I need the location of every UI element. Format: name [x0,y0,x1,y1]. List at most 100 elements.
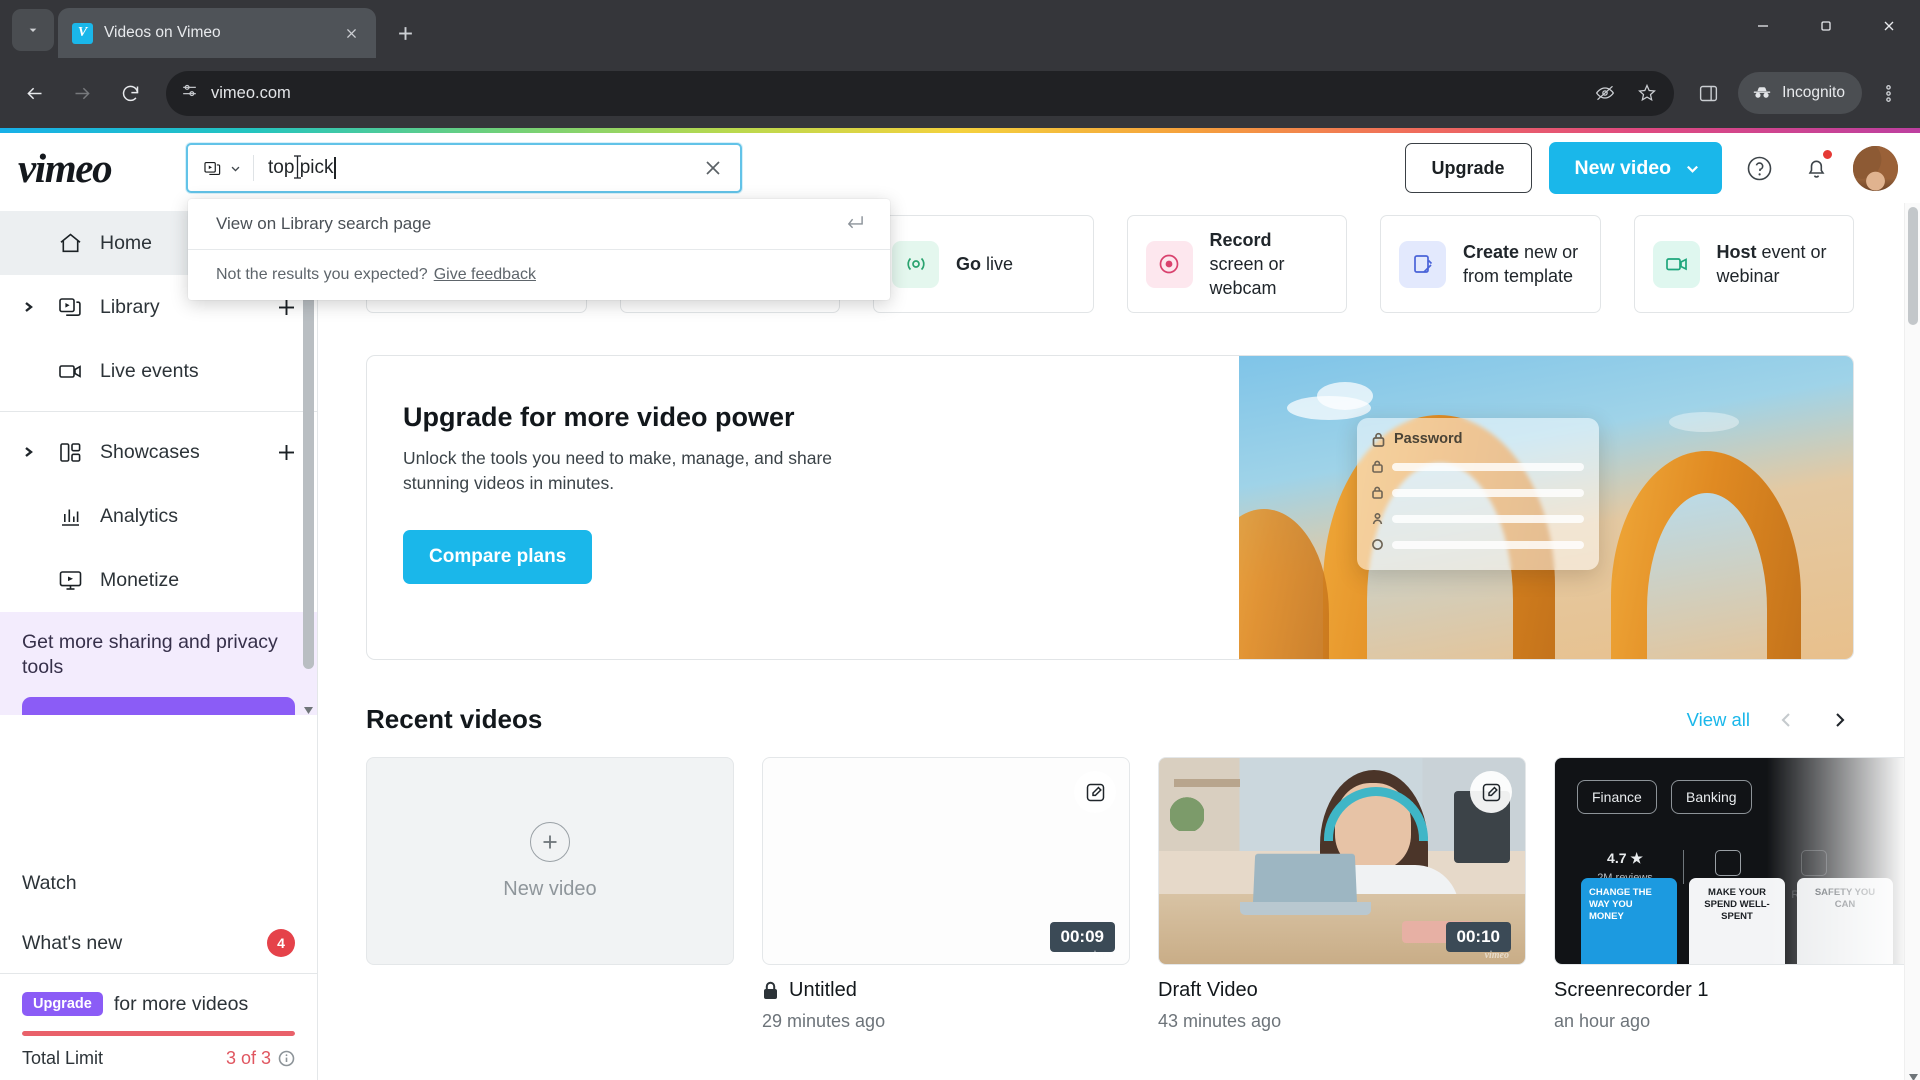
edit-thumbnail-icon[interactable] [1470,771,1512,813]
vimeo-logo[interactable]: vimeo [18,144,186,192]
avatar[interactable] [1853,145,1898,191]
password-label: Password [1394,431,1463,447]
help-circle-icon[interactable] [1739,148,1779,188]
main-inner: Start your t Upload from your computer [318,203,1920,1032]
edit-thumbnail-icon[interactable] [1074,771,1116,813]
bell-icon[interactable] [1796,148,1836,188]
record-icon [1145,240,1193,288]
storage-limit-panel: Upgrade for more videos Total Limit 3 of… [0,973,317,1080]
window-close-icon[interactable] [1857,0,1920,52]
upgrade-banner-artwork: Password [1239,356,1853,659]
create-icon [1399,240,1446,288]
sidebar-item-live-events[interactable]: Live events [0,339,317,403]
incognito-label: Incognito [1782,84,1845,101]
side-panel-icon[interactable] [1686,71,1730,115]
compare-plans-button[interactable]: Compare plans [403,529,593,584]
video-card[interactable]: 00:10 vimeo Draft Video 43 minutes ago [1158,757,1526,1032]
address-bar[interactable]: vimeo.com [166,70,1675,116]
quick-card-rest: live [986,253,1014,274]
lock-icon [1372,432,1385,447]
monetize-icon [55,565,85,595]
new-video-thumb[interactable]: New video [366,757,734,965]
clear-x-icon[interactable] [696,151,730,185]
golive-icon [892,240,939,288]
art-tile: CHANGE THE WAY YOU MONEY [1581,878,1677,964]
quick-card-text: Create new or from template [1463,240,1582,289]
new-video-button[interactable]: New video [1548,142,1722,194]
search-input-value: top pick [268,157,334,178]
scrollbar-thumb[interactable] [1908,207,1918,325]
search-bar[interactable]: top pick [186,143,742,193]
site-settings-icon[interactable] [180,81,199,105]
browser-toolbar: vimeo.com Incognito [0,58,1920,128]
video-card[interactable]: Finance Banking 4.7 ★ 2M reviews 101 MB [1554,757,1920,1032]
chevron-right-icon[interactable] [1824,705,1854,735]
quick-card-text: Record screen or webcam [1210,228,1329,301]
page-title: Recent videos [366,704,543,734]
star-icon[interactable] [1628,74,1666,112]
quick-card-create[interactable]: Create new or from template [1380,215,1601,313]
scroll-down-arrow-icon[interactable] [1905,1069,1920,1080]
scrollbar-thumb[interactable] [303,244,314,669]
quick-card-text: Host event or webinar [1717,240,1836,289]
person-icon-small [1372,512,1383,525]
lock-icon-small [1372,460,1383,473]
reload-icon[interactable] [108,71,152,115]
dropdown-feedback-row: Not the results you expected? Give feedb… [188,250,890,300]
upgrade-chip[interactable]: Upgrade [22,992,103,1016]
info-circle-icon[interactable] [278,1050,295,1067]
password-label-row: Password [1372,431,1584,447]
sidebar-item-monetize[interactable]: Monetize [0,548,317,612]
art-chip: Banking [1671,780,1752,814]
video-title: Screenrecorder 1 [1554,979,1709,1001]
limit-progress-fill [22,1031,295,1036]
minimize-icon[interactable] [1731,0,1794,52]
quick-card-host[interactable]: Host event or webinar [1633,215,1854,313]
back-arrow-icon[interactable] [12,71,56,115]
sidebar-promo-card[interactable]: Get more sharing and privacy tools [0,612,317,715]
close-icon[interactable] [338,20,364,46]
search-scope-selector[interactable] [202,155,254,181]
quick-card-record[interactable]: Record screen or webcam [1126,215,1347,313]
maximize-icon[interactable] [1794,0,1857,52]
video-card[interactable]: 00:09 vimeo Untitled 29 minutes ago [762,757,1130,1032]
video-title-row: Untitled [762,979,1130,1002]
scroll-down-arrow-icon[interactable] [302,704,315,717]
info-icon-small [1372,539,1383,550]
sidebar-item-label: What's new [22,931,123,954]
chevron-right-icon[interactable] [22,301,40,313]
video-thumbnail[interactable]: 00:09 vimeo [762,757,1130,965]
video-timestamp: an hour ago [1554,1011,1651,1031]
sidebar-item-whats-new[interactable]: What's new 4 [0,913,317,973]
view-all-link[interactable]: View all [1687,709,1750,731]
browser-tab[interactable]: V Videos on Vimeo [58,8,376,58]
new-video-tile[interactable]: New video [366,757,734,1032]
quick-card-bold: Create [1463,241,1520,262]
upgrade-button[interactable]: Upgrade [1404,143,1532,193]
tab-search-icon[interactable] [12,9,54,51]
sidebar-item-showcases[interactable]: Showcases [0,420,317,484]
search-area: top pick View on Library search page Not… [186,143,890,300]
duration-badge: 00:10 [1445,922,1511,952]
downloads-icon [1715,850,1741,876]
sidebar-item-watch[interactable]: Watch [0,853,317,913]
showcases-icon [55,437,85,467]
promo-cta-button[interactable] [22,696,295,715]
sidebar-item-analytics[interactable]: Analytics [0,484,317,548]
kebab-menu-icon[interactable] [1866,71,1910,115]
video-thumbnail[interactable]: 00:10 vimeo [1158,757,1526,965]
main-scrollbar[interactable] [1904,203,1920,1080]
sidebar-item-label: Analytics [100,504,179,527]
chevron-right-icon[interactable] [22,446,40,458]
search-input[interactable]: top pick [254,155,696,179]
eye-off-icon[interactable] [1586,74,1624,112]
incognito-indicator[interactable]: Incognito [1738,72,1862,114]
quick-card-golive[interactable]: Go live [873,215,1094,313]
vimeo-watermark: vimeo [1484,950,1509,961]
video-thumbnail[interactable]: Finance Banking 4.7 ★ 2M reviews 101 MB [1554,757,1920,965]
suggestion-view-on-library[interactable]: View on Library search page [188,199,890,249]
give-feedback-link[interactable]: Give feedback [434,266,536,284]
scrollbar-track[interactable] [303,232,314,702]
new-tab-icon[interactable] [386,14,424,52]
add-showcase-icon[interactable] [271,437,301,467]
